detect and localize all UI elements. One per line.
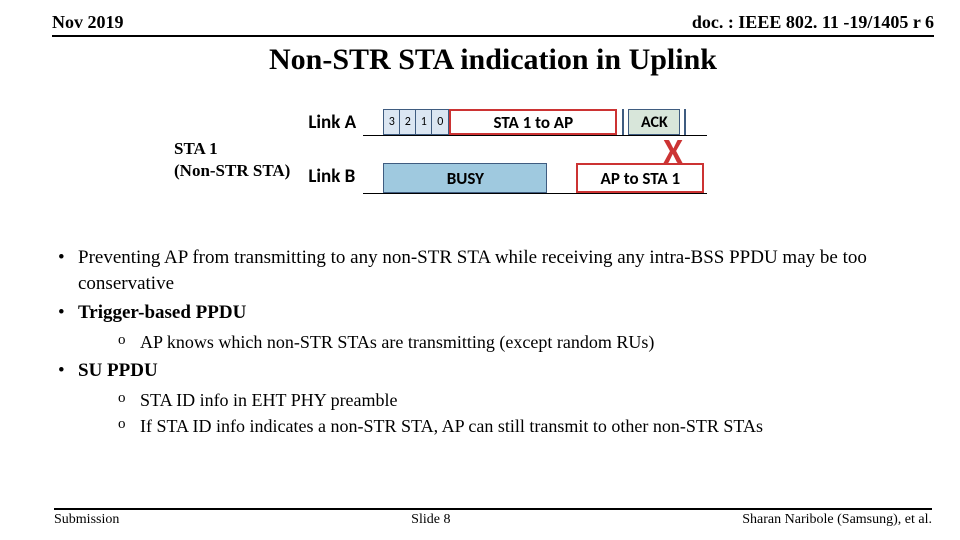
ap-to-sta1-box: AP to STA 1 (576, 163, 704, 193)
bullet-text: SU PPDU (78, 360, 158, 381)
bullet-item: Trigger-based PPDU AP knows which non-ST… (54, 300, 932, 354)
sta-label-line2: (Non-STR STA) (174, 160, 290, 182)
bullet-list: Preventing AP from transmitting to any n… (54, 245, 932, 438)
timeline-a (363, 135, 707, 136)
sta-label-line1: STA 1 (174, 138, 290, 160)
sub-bullet-text: AP knows which non-STR STAs are transmit… (140, 332, 654, 352)
sub-bullet-item: STA ID info in EHT PHY preamble (118, 388, 932, 412)
bullet-item: SU PPDU STA ID info in EHT PHY preamble … (54, 358, 932, 438)
header-date: Nov 2019 (52, 12, 124, 33)
timing-diagram: Link A Link B 3 2 1 0 STA 1 to AP ACK BU… (308, 105, 718, 215)
preamble-seg: 2 (400, 110, 416, 134)
sifs-gap (684, 109, 686, 135)
footer-left: Submission (54, 512, 119, 528)
header-doc: doc. : IEEE 802. 11 -19/1405 r 6 (692, 12, 934, 33)
preamble-seg: 0 (432, 110, 448, 134)
preamble-seg: 3 (384, 110, 400, 134)
sub-bullet-text: STA ID info in EHT PHY preamble (140, 390, 398, 410)
busy-box: BUSY (383, 163, 547, 193)
footer-row: Submission Slide 8 Sharan Naribole (Sams… (54, 508, 932, 528)
link-a-label: Link A (308, 111, 356, 134)
bullet-text: Trigger-based PPDU (78, 302, 246, 323)
sifs-gap (622, 109, 624, 135)
preamble-seg: 1 (416, 110, 432, 134)
sub-bullet-list: STA ID info in EHT PHY preamble If STA I… (118, 388, 932, 439)
page-title: Non-STR STA indication in Uplink (54, 43, 932, 77)
link-b-label: Link B (308, 165, 355, 188)
timeline-b (363, 193, 707, 194)
sub-bullet-list: AP knows which non-STR STAs are transmit… (118, 330, 932, 354)
header-row: Nov 2019 doc. : IEEE 802. 11 -19/1405 r … (52, 12, 934, 37)
preamble-box: 3 2 1 0 (383, 109, 449, 135)
footer-center: Slide 8 (411, 512, 450, 528)
slide: Nov 2019 doc. : IEEE 802. 11 -19/1405 r … (0, 0, 960, 540)
sta1-to-ap-box: STA 1 to AP (449, 109, 617, 135)
cross-mark-icon: X (663, 131, 681, 173)
sub-bullet-item: AP knows which non-STR STAs are transmit… (118, 330, 932, 354)
footer-right: Sharan Naribole (Samsung), et al. (742, 512, 932, 528)
bullet-text: Preventing AP from transmitting to any n… (78, 247, 867, 294)
bullet-item: Preventing AP from transmitting to any n… (54, 245, 932, 296)
sub-bullet-text: If STA ID info indicates a non-STR STA, … (140, 416, 763, 436)
sta-label: STA 1 (Non-STR STA) (174, 138, 290, 182)
sub-bullet-item: If STA ID info indicates a non-STR STA, … (118, 414, 932, 438)
diagram-area: STA 1 (Non-STR STA) Link A Link B 3 2 1 … (174, 105, 932, 215)
